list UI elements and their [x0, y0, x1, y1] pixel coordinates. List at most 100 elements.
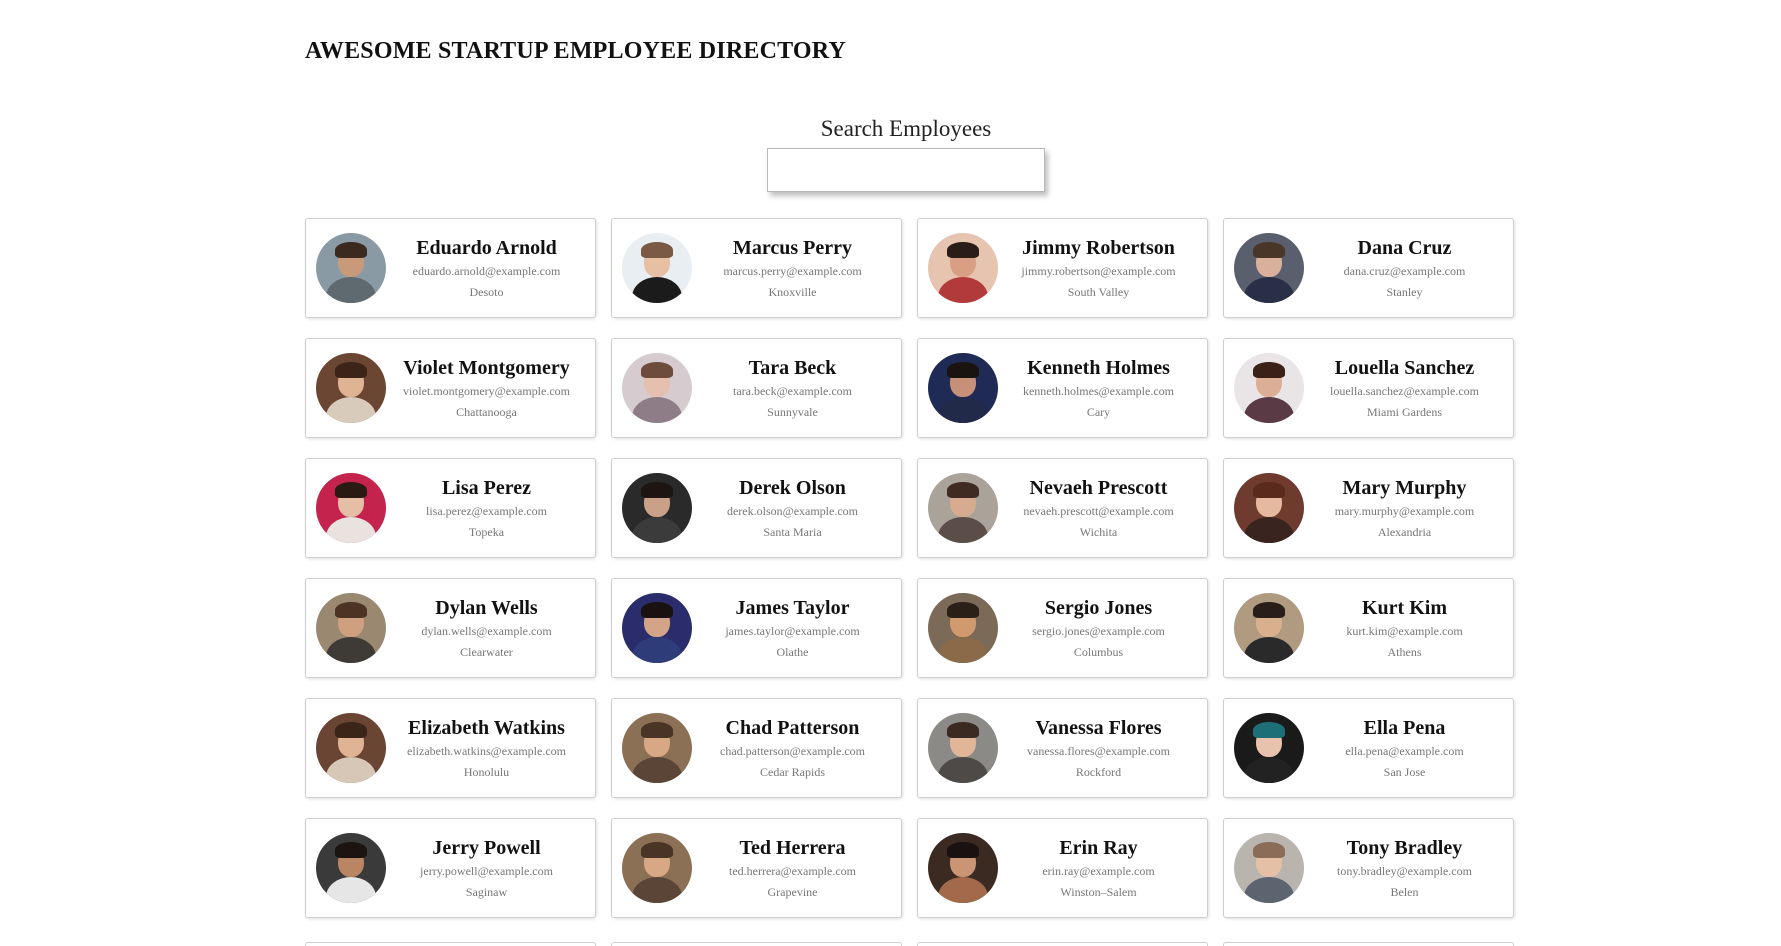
employee-email: sergio.jones@example.com	[1032, 624, 1165, 638]
employee-name: Ella Pena	[1363, 717, 1446, 739]
employee-name: Violet Montgomery	[403, 357, 570, 379]
employee-info: Ella Pena ella.pena@example.com San Jose	[1304, 716, 1513, 780]
employee-email: dana.cruz@example.com	[1343, 264, 1466, 278]
employee-email: derek.olson@example.com	[726, 504, 858, 518]
employee-city: Santa Maria	[763, 525, 822, 539]
employee-email: tara.beck@example.com	[733, 384, 852, 398]
employee-card[interactable]: Violet Montgomery violet.montgomery@examp…	[305, 338, 596, 438]
employee-email: kenneth.holmes@example.com	[1022, 384, 1174, 398]
employee-card-partial[interactable]	[917, 942, 1208, 946]
employee-city: Desoto	[469, 285, 504, 299]
employee-name: Jimmy Robertson	[1022, 237, 1175, 259]
employee-email: vanessa.flores@example.com	[1027, 744, 1170, 758]
employee-card[interactable]: Louella Sanchez louella.sanchez@example.c…	[1223, 338, 1514, 438]
avatar-hair	[1253, 362, 1285, 378]
avatar-hair	[1253, 722, 1285, 738]
employee-card[interactable]: Dylan Wells dylan.wells@example.com Clearw…	[305, 578, 596, 678]
employee-card[interactable]: Elizabeth Watkins elizabeth.watkins@examp…	[305, 698, 596, 798]
employee-city: Belen	[1390, 885, 1419, 899]
employee-card[interactable]: Derek Olson derek.olson@example.com Santa …	[611, 458, 902, 558]
search-input[interactable]	[767, 148, 1045, 192]
employee-card[interactable]: Ted Herrera ted.herrera@example.com Grapev…	[611, 818, 902, 918]
employee-email: kurt.kim@example.com	[1346, 624, 1463, 638]
avatar	[316, 353, 386, 423]
employee-name: Chad Patterson	[725, 717, 860, 739]
employee-info: Kenneth Holmes kenneth.holmes@example.com…	[998, 356, 1207, 420]
employee-name: Elizabeth Watkins	[408, 717, 565, 739]
employee-card[interactable]: Tara Beck tara.beck@example.com Sunnyvale	[611, 338, 902, 438]
employee-card-partial[interactable]	[1223, 942, 1514, 946]
avatar-hair	[641, 242, 673, 258]
employee-info: Jimmy Robertson jimmy.robertson@example.c…	[998, 236, 1207, 300]
avatar-hair	[1253, 482, 1285, 498]
employee-city: Wichita	[1079, 525, 1118, 539]
employee-card[interactable]: Marcus Perry marcus.perry@example.com Knox…	[611, 218, 902, 318]
employee-name: Louella Sanchez	[1334, 357, 1475, 379]
employee-city: Cary	[1086, 405, 1111, 419]
employee-card[interactable]: Dana Cruz dana.cruz@example.com Stanley	[1223, 218, 1514, 318]
avatar-hair	[1253, 842, 1285, 858]
page-title: AWESOME STARTUP EMPLOYEE DIRECTORY	[305, 38, 846, 64]
employee-info: Vanessa Flores vanessa.flores@example.com…	[998, 716, 1207, 780]
avatar	[316, 833, 386, 903]
employee-city: South Valley	[1067, 285, 1130, 299]
employee-name: Vanessa Flores	[1035, 717, 1162, 739]
employee-card[interactable]: Sergio Jones sergio.jones@example.com Colu…	[917, 578, 1208, 678]
employee-card[interactable]: Kurt Kim kurt.kim@example.com Athens	[1223, 578, 1514, 678]
avatar	[1234, 713, 1304, 783]
employee-info: Tony Bradley tony.bradley@example.com Bele…	[1304, 836, 1513, 900]
employee-name: James Taylor	[735, 597, 850, 619]
avatar-hair	[1253, 602, 1285, 618]
partial-card-row	[305, 942, 1515, 946]
employee-card[interactable]: Nevaeh Prescott nevaeh.prescott@example.c…	[917, 458, 1208, 558]
employee-info: Erin Ray erin.ray@example.com Winston–Sale…	[998, 836, 1207, 900]
employee-card[interactable]: Vanessa Flores vanessa.flores@example.com…	[917, 698, 1208, 798]
employee-email: nevaeh.prescott@example.com	[1023, 504, 1174, 518]
avatar	[316, 473, 386, 543]
avatar-hair	[335, 722, 367, 738]
avatar-hair	[641, 482, 673, 498]
employee-city: Knoxville	[768, 285, 817, 299]
employee-info: Sergio Jones sergio.jones@example.com Colu…	[998, 596, 1207, 660]
avatar-hair	[335, 842, 367, 858]
employee-card[interactable]: Chad Patterson chad.patterson@example.com…	[611, 698, 902, 798]
employee-email: erin.ray@example.com	[1042, 864, 1155, 878]
employee-city: Honolulu	[463, 765, 510, 779]
avatar	[928, 233, 998, 303]
employee-city: Clearwater	[460, 645, 513, 659]
employee-city: Miami Gardens	[1367, 405, 1442, 419]
employee-name: Kurt Kim	[1362, 597, 1447, 619]
employee-card[interactable]: Jimmy Robertson jimmy.robertson@example.c…	[917, 218, 1208, 318]
employee-card-partial[interactable]	[305, 942, 596, 946]
employee-name: Ted Herrera	[739, 837, 846, 859]
avatar-hair	[947, 722, 979, 738]
employee-card[interactable]: Lisa Perez lisa.perez@example.com Topeka	[305, 458, 596, 558]
employee-card[interactable]: Erin Ray erin.ray@example.com Winston–Sale…	[917, 818, 1208, 918]
employee-card[interactable]: Ella Pena ella.pena@example.com San Jose	[1223, 698, 1514, 798]
employee-city: Cedar Rapids	[760, 765, 825, 779]
employee-email: mary.murphy@example.com	[1334, 504, 1475, 518]
avatar-hair	[641, 362, 673, 378]
employee-card-partial[interactable]	[611, 942, 902, 946]
avatar-hair	[641, 722, 673, 738]
avatar	[1234, 593, 1304, 663]
employee-name: Lisa Perez	[441, 477, 532, 499]
avatar	[928, 353, 998, 423]
employee-city: Athens	[1387, 645, 1422, 659]
avatar	[928, 833, 998, 903]
employee-info: Nevaeh Prescott nevaeh.prescott@example.c…	[998, 476, 1207, 540]
employee-card[interactable]: Mary Murphy mary.murphy@example.com Alexan…	[1223, 458, 1514, 558]
avatar-hair	[1253, 242, 1285, 258]
employee-card[interactable]: Kenneth Holmes kenneth.holmes@example.com…	[917, 338, 1208, 438]
employee-card[interactable]: Jerry Powell jerry.powell@example.com Sagi…	[305, 818, 596, 918]
employee-card[interactable]: Tony Bradley tony.bradley@example.com Bele…	[1223, 818, 1514, 918]
avatar	[1234, 833, 1304, 903]
employee-name: Jerry Powell	[432, 837, 541, 859]
avatar	[316, 233, 386, 303]
employee-card[interactable]: Eduardo Arnold eduardo.arnold@example.com…	[305, 218, 596, 318]
avatar	[622, 473, 692, 543]
employee-name: Dana Cruz	[1357, 237, 1452, 259]
employee-card[interactable]: James Taylor james.taylor@example.com Olat…	[611, 578, 902, 678]
employee-info: Tara Beck tara.beck@example.com Sunnyvale	[692, 356, 901, 420]
employee-email: chad.patterson@example.com	[720, 744, 865, 758]
